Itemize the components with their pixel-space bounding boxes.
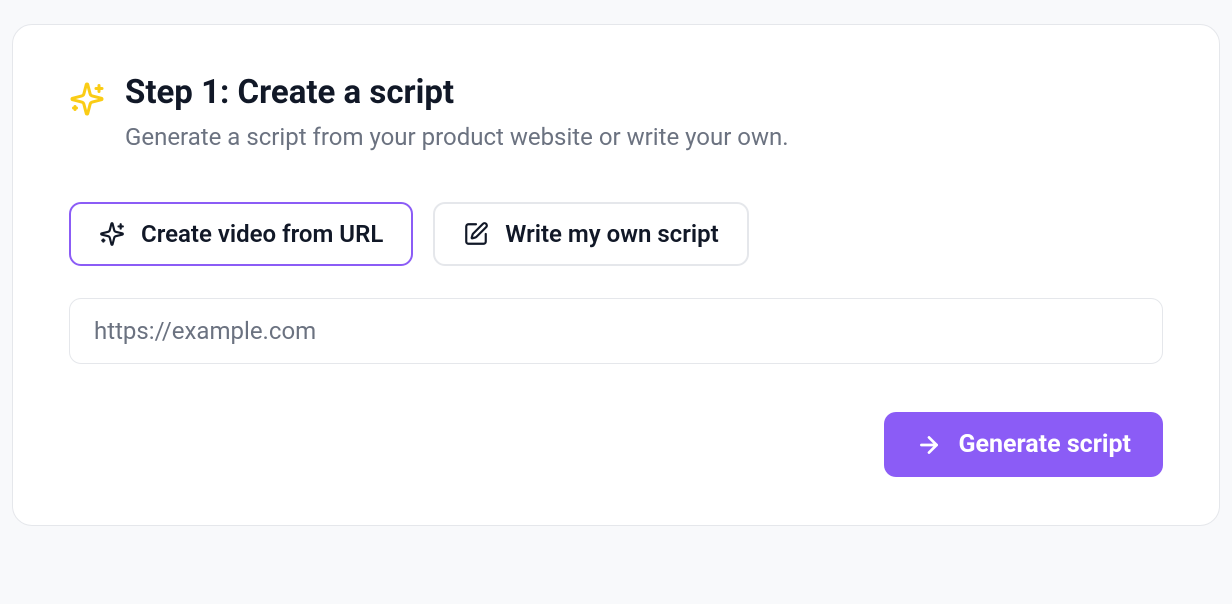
option-label: Write my own script	[505, 220, 718, 248]
sparkles-icon	[99, 221, 125, 247]
generate-button-label: Generate script	[958, 430, 1131, 459]
edit-icon	[463, 221, 489, 247]
generate-script-button[interactable]: Generate script	[884, 412, 1163, 477]
url-input[interactable]	[69, 298, 1163, 364]
step-subtitle: Generate a script from your product webs…	[125, 121, 1163, 155]
header-text: Step 1: Create a script Generate a scrip…	[125, 73, 1163, 154]
option-create-from-url[interactable]: Create video from URL	[69, 202, 413, 266]
step-card: Step 1: Create a script Generate a scrip…	[12, 24, 1220, 526]
action-row: Generate script	[69, 412, 1163, 477]
arrow-right-icon	[916, 432, 942, 458]
option-label: Create video from URL	[141, 220, 383, 248]
step-title: Step 1: Create a script	[125, 73, 1163, 113]
header-row: Step 1: Create a script Generate a scrip…	[69, 73, 1163, 154]
option-write-own-script[interactable]: Write my own script	[433, 202, 748, 266]
sparkles-icon	[69, 81, 105, 117]
option-row: Create video from URL Write my own scrip…	[69, 202, 1163, 266]
